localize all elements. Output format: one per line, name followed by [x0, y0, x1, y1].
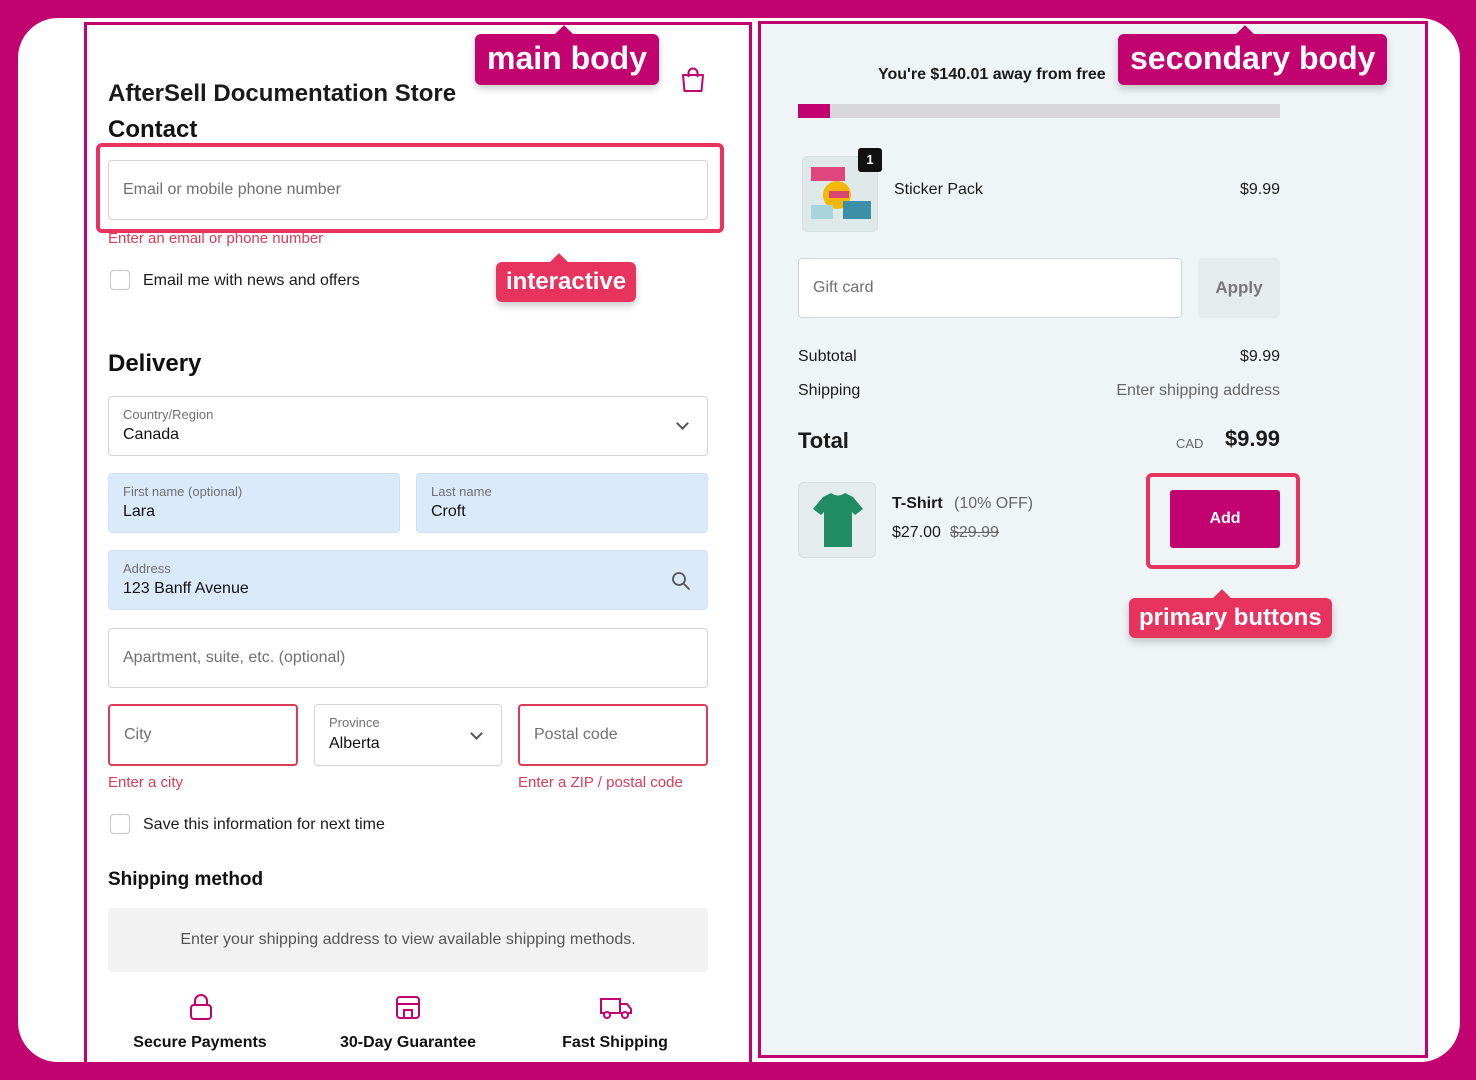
- delivery-heading: Delivery: [108, 350, 202, 377]
- secondary-body-tag-text: secondary body: [1130, 40, 1376, 76]
- total-currency: CAD: [1176, 436, 1204, 451]
- last-name-label: Last name: [431, 484, 492, 499]
- interactive-tag: interactive: [496, 253, 637, 302]
- city-error: Enter a city: [108, 774, 184, 791]
- delivery-truck-icon: [600, 998, 632, 1019]
- chevron-down-icon: [470, 727, 483, 740]
- gift-card-placeholder: Gift card: [813, 279, 874, 296]
- apartment-field[interactable]: Apartment, suite, etc. (optional): [108, 628, 708, 688]
- upsell-product-name: T-Shirt: [892, 495, 943, 512]
- subtotal-label: Subtotal: [798, 348, 857, 365]
- fast-shipping-label: Fast Shipping: [562, 1034, 668, 1051]
- province-select[interactable]: Province Alberta: [314, 704, 502, 766]
- store-icon: [396, 996, 420, 1019]
- interactive-tag-text: interactive: [506, 268, 627, 295]
- chevron-down-icon: [676, 417, 689, 430]
- save-info-checkbox[interactable]: [110, 814, 130, 834]
- item-price: $9.99: [1239, 181, 1280, 198]
- apply-button[interactable]: Apply: [1198, 258, 1280, 318]
- item-name: Sticker Pack: [894, 181, 983, 198]
- last-name-field[interactable]: Last name Croft: [416, 473, 708, 533]
- total-label: Total: [798, 428, 849, 453]
- address-value: 123 Banff Avenue: [123, 580, 249, 597]
- contact-heading: Contact: [108, 116, 198, 143]
- gift-card-input[interactable]: Gift card: [798, 258, 1182, 318]
- primary-buttons-tag: primary buttons: [1129, 589, 1332, 638]
- shipping-value: Enter shipping address: [1116, 382, 1280, 399]
- upsell-old-price: $29.99: [950, 524, 999, 541]
- guarantee-label: 30-Day Guarantee: [339, 1034, 477, 1051]
- total-value: $9.99: [1224, 426, 1280, 451]
- country-value: Canada: [123, 426, 180, 443]
- upsell-discount: (10% OFF): [954, 495, 1034, 512]
- free-shipping-progress: [798, 104, 1280, 118]
- city-field[interactable]: City: [108, 704, 298, 766]
- main-body-tag-text: main body: [487, 40, 648, 76]
- tshirt-thumbnail: [798, 482, 876, 558]
- first-name-label: First name (optional): [123, 484, 243, 499]
- screenshot-frame: AfterSell Documentation Store Contact Em…: [18, 18, 1460, 1062]
- country-select[interactable]: Country/Region Canada: [108, 396, 708, 456]
- apartment-placeholder: Apartment, suite, etc. (optional): [123, 649, 346, 666]
- primary-buttons-tag-text: primary buttons: [1139, 604, 1322, 631]
- last-name-value: Croft: [431, 503, 466, 520]
- quantity-badge: 1: [858, 148, 882, 172]
- lock-icon: [190, 994, 212, 1020]
- interactive-highlight-box: [96, 143, 724, 233]
- first-name-value: Lara: [123, 503, 156, 520]
- shipping-label: Shipping: [798, 382, 861, 399]
- shipping-method-note: Enter your shipping address to view avai…: [108, 908, 708, 972]
- address-field[interactable]: Address 123 Banff Avenue: [108, 550, 708, 610]
- free-shipping-message: You're $140.01 away from free: [878, 66, 1106, 83]
- secondary-body-tag: secondary body: [1118, 25, 1388, 85]
- first-name-field[interactable]: First name (optional) Lara: [108, 473, 400, 533]
- shopping-bag-icon[interactable]: [680, 66, 706, 94]
- save-info-label: Save this information for next time: [143, 816, 385, 833]
- upsell-price: $27.00: [892, 524, 941, 541]
- newsletter-label: Email me with news and offers: [143, 272, 360, 289]
- province-label: Province: [329, 715, 380, 730]
- country-label: Country/Region: [123, 407, 214, 422]
- tshirt-image: [813, 493, 863, 547]
- shipping-method-heading: Shipping method: [108, 869, 264, 890]
- store-title: AfterSell Documentation Store: [108, 80, 457, 107]
- province-value: Alberta: [329, 735, 380, 752]
- newsletter-checkbox[interactable]: [110, 270, 130, 290]
- postal-code-field[interactable]: Postal code: [518, 704, 708, 766]
- postal-placeholder: Postal code: [534, 726, 618, 743]
- progress-fill: [798, 104, 830, 118]
- secure-payments-label: Secure Payments: [133, 1034, 267, 1051]
- address-label: Address: [123, 561, 171, 576]
- primary-button-highlight-box: [1146, 473, 1300, 569]
- main-body-tag: main body: [475, 25, 660, 85]
- search-icon[interactable]: [671, 571, 691, 591]
- subtotal-value: $9.99: [1239, 348, 1280, 365]
- city-placeholder: City: [124, 726, 152, 743]
- postal-error: Enter a ZIP / postal code: [518, 774, 683, 791]
